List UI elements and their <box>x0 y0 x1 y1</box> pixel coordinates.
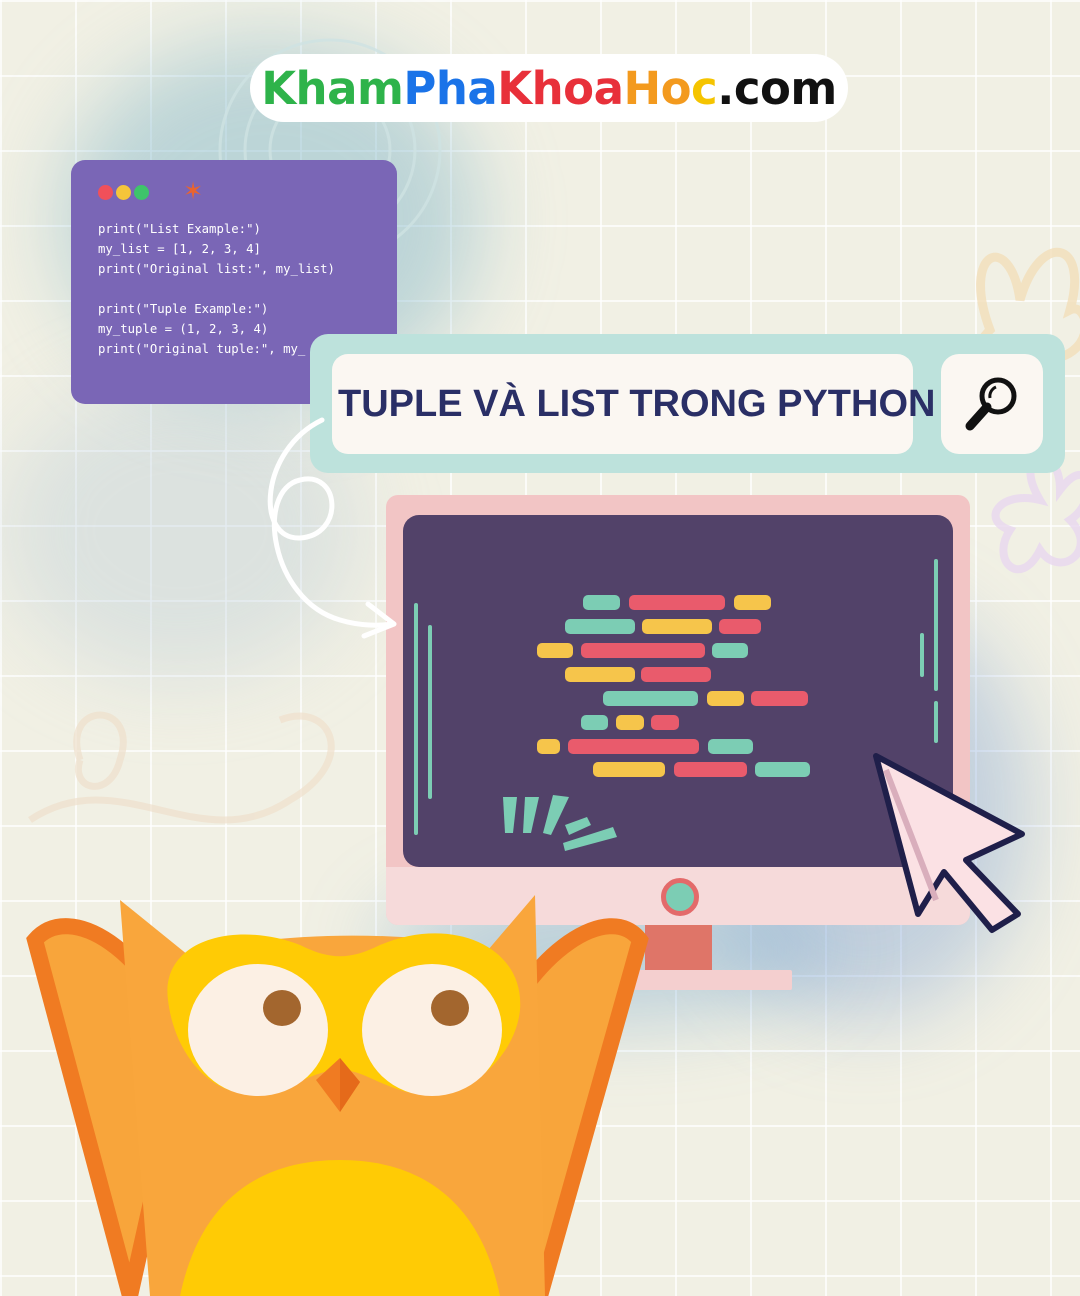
owl-mascot <box>26 895 649 1296</box>
